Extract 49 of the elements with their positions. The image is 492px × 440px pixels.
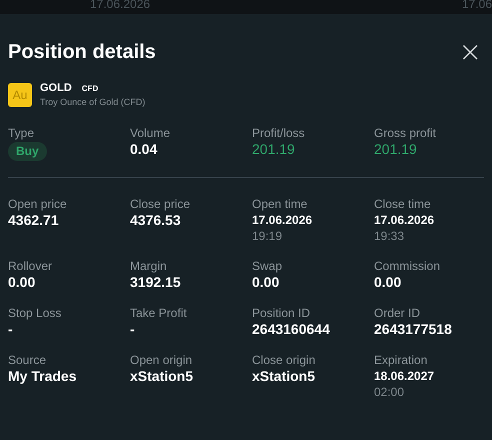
field-label: Swap	[252, 258, 282, 274]
field-value: 2643160644	[252, 321, 330, 338]
field-label: Open time	[252, 196, 308, 212]
field-value: My Trades	[8, 368, 76, 385]
field-label: Gross profit	[374, 125, 436, 141]
field-label: Open price	[8, 196, 67, 212]
dialog-title: Position details	[8, 40, 156, 64]
field-value: 3192.15	[130, 274, 181, 291]
field-label: Margin	[130, 258, 167, 274]
field-label: Take Profit	[130, 305, 187, 321]
field-value: 0.00	[374, 274, 402, 291]
field-value: 0.00	[252, 274, 280, 291]
instrument-type: CFD	[82, 84, 98, 93]
field-time: 02:00	[374, 384, 404, 400]
field-value: -	[8, 321, 13, 338]
instrument-badge: Au	[8, 82, 32, 106]
field-label: Source	[8, 352, 46, 368]
field-label: Expiration	[374, 352, 428, 368]
close-button[interactable]: ×	[456, 40, 484, 64]
field-value: 4376.53	[130, 212, 181, 229]
field-label: Profit/loss	[252, 125, 305, 141]
field-label: Commission	[374, 258, 440, 274]
field-value: 0.04	[130, 141, 158, 158]
field-value: 17.06.2026	[252, 212, 312, 228]
field-label: Rollover	[8, 258, 52, 274]
field-time: 19:33	[374, 228, 404, 244]
field-label: Close origin	[252, 352, 316, 368]
field-value: 17.06.2026	[374, 212, 434, 228]
field-label: Order ID	[374, 305, 420, 321]
field-time: 19:19	[252, 228, 282, 244]
instrument-description: Troy Ounce of Gold (CFD)	[40, 97, 146, 107]
field-value: -	[130, 321, 135, 338]
field-value: 0.00	[8, 274, 36, 291]
field-label: Volume	[130, 125, 170, 141]
side-badge: Buy	[8, 142, 47, 161]
field-label: Open origin	[130, 352, 192, 368]
field-label: Close price	[130, 196, 190, 212]
field-value: 2643177518	[374, 321, 452, 338]
field-value: 18.06.2027	[374, 368, 434, 384]
field-value: 4362.71	[8, 212, 59, 229]
field-label: Close time	[374, 196, 431, 212]
field-label: Type	[8, 125, 34, 141]
field-value: xStation5	[252, 368, 316, 385]
field-value: 201.19	[252, 141, 295, 158]
instrument-symbol: GOLD	[40, 82, 72, 94]
field-label: Stop Loss	[8, 305, 62, 321]
field-label: Position ID	[252, 305, 310, 321]
field-value: xStation5	[130, 368, 194, 385]
field-value: 201.19	[374, 141, 417, 158]
